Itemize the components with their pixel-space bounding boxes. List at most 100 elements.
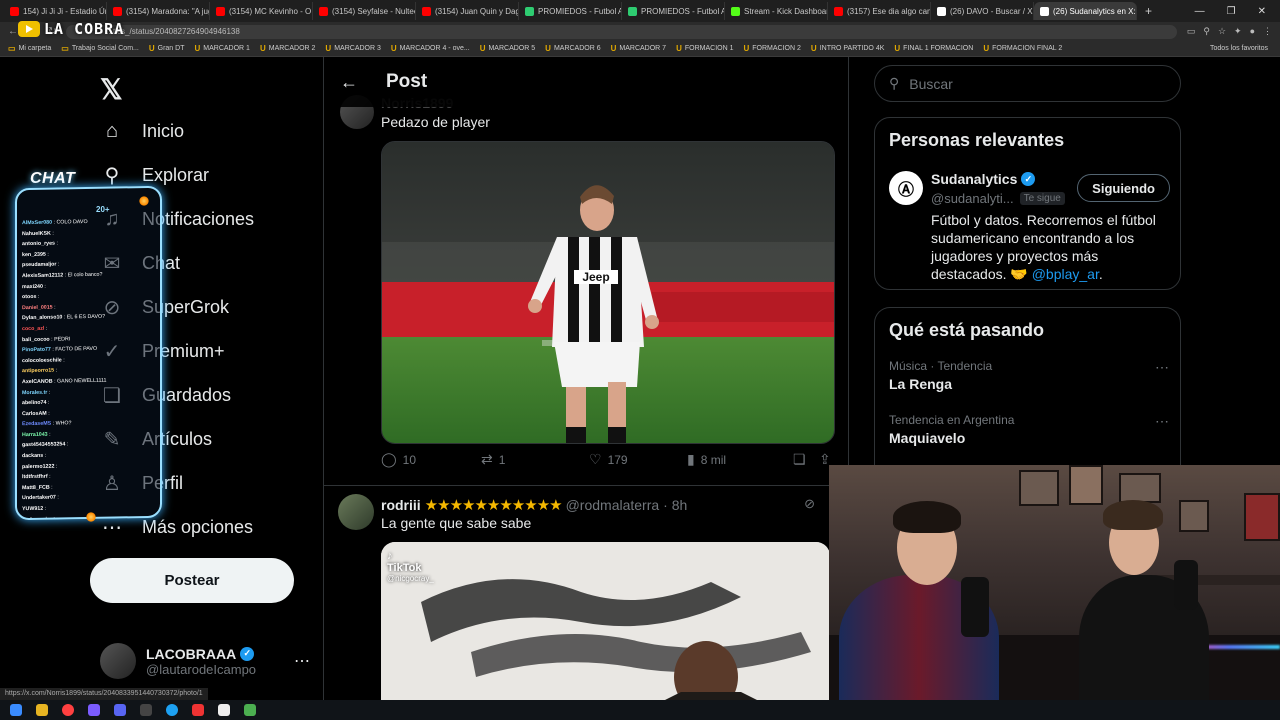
bookmark-item[interactable]: U FINAL 1 FORMACION [894, 44, 973, 53]
chrome-icon[interactable] [62, 704, 74, 716]
extension-icon[interactable]: ✦ [1234, 26, 1242, 37]
more-icon[interactable]: ⋯ [294, 651, 310, 671]
browser-tab[interactable]: (26) DAVO - Buscar / X✕ [931, 2, 1034, 20]
tweet-author-name[interactable]: rodriii [381, 497, 421, 513]
bookmark-item[interactable]: U MARCADOR 3 [325, 44, 380, 53]
play-logo-icon [18, 21, 40, 37]
divider [324, 485, 848, 486]
chat-username: otoos [22, 294, 37, 301]
nav-item-label: Inicio [142, 120, 185, 141]
bookmark-item[interactable]: U FORMACION 2 [744, 44, 801, 53]
person-handle[interactable]: @sudanalyti... [931, 191, 1014, 206]
browser-tab[interactable]: (3154) MC Kevinho - O G✕ [210, 2, 313, 20]
bookmark-favicon-icon: U [676, 44, 682, 53]
repost-button[interactable]: ⇄ 1 [481, 451, 589, 468]
browser-tab[interactable]: 154) Ji Ji Ji - Estadio Ún✕ [4, 2, 107, 20]
zoom-icon[interactable]: ⚲ [1203, 26, 1210, 37]
trend-item[interactable]: Música · Tendencia La Renga ⋯ [889, 359, 1169, 392]
app-icon[interactable] [192, 704, 204, 716]
tiktok-label: TikTok [387, 562, 422, 574]
nav-item-inicio[interactable]: ⌂ Inicio [100, 119, 184, 143]
bookmark-item[interactable]: U MARCADOR 6 [545, 44, 600, 53]
bookmark-item[interactable]: ▭ Mi carpeta [8, 44, 51, 53]
close-window-icon[interactable]: ✕ [1258, 6, 1266, 17]
chat-username: NahuelKSK [22, 230, 51, 237]
bookmark-item[interactable]: U INTRO PARTIDO 4K [811, 44, 884, 53]
search-input[interactable]: ⚲ Buscar [874, 65, 1181, 102]
bookmark-item[interactable]: U MARCADOR 7 [611, 44, 666, 53]
grok-icon[interactable]: ⊘ [804, 496, 815, 512]
browser-tab[interactable]: (3157) Ese dia algo camb✕ [828, 2, 931, 20]
minimize-icon[interactable]: — [1195, 6, 1205, 17]
bookmark-item[interactable]: U MARCADOR 4 - ove... [391, 44, 470, 53]
bookmark-item[interactable]: U MARCADOR 2 [260, 44, 315, 53]
post-button[interactable]: Postear [90, 558, 294, 603]
x-logo-icon[interactable]: 𝕏 [100, 73, 123, 106]
tweet-image[interactable]: Jeep [381, 141, 835, 444]
discord-icon[interactable] [114, 704, 126, 716]
avatar [100, 643, 136, 679]
tweet-time[interactable]: · 8h [663, 497, 687, 513]
bookmark-item[interactable]: ▭ Trabajo Social Com... [61, 44, 139, 53]
bio-link[interactable]: @bplay_ar [1032, 266, 1099, 282]
tab-favicon-icon [319, 6, 328, 16]
cast-icon[interactable]: ▭ [1187, 26, 1196, 37]
trend-item[interactable]: Tendencia en Argentina Maquiavelo ⋯ [889, 413, 1169, 446]
url-field[interactable]: ...tics_/status/2040827264904946138 [66, 24, 1177, 39]
browser-tab[interactable]: (3154) Maradona: "A jugá✕ [107, 2, 210, 20]
browser-tab[interactable]: Stream - Kick Dashboard✕ [725, 2, 828, 20]
following-button[interactable]: Siguiendo [1077, 174, 1170, 202]
nav-item-explorar[interactable]: ⚲ Explorar [100, 163, 209, 187]
back-nav-icon[interactable]: ← [8, 26, 18, 37]
chat-username: ken_2395 [22, 251, 46, 258]
browser-tab[interactable]: PROMIEDOS - Futbol Arg✕ [519, 2, 622, 20]
chat-overlay-title: CHAT [30, 170, 76, 187]
star-icon[interactable]: ☆ [1218, 26, 1226, 37]
chat-username: dackans [22, 452, 44, 460]
start-menu-icon[interactable] [10, 704, 22, 716]
all-bookmarks[interactable]: Todos los favoritos [1210, 45, 1280, 52]
chat-overlay: AlMxSer080 : COLO DAVO NahuelKSK : antoni… [15, 185, 162, 521]
back-arrow-icon[interactable]: ← [340, 72, 358, 93]
app-icon[interactable] [88, 704, 100, 716]
views-button[interactable]: ▮ 8 mil [687, 451, 793, 468]
tweet-author-handle[interactable]: @rodmalaterra [566, 497, 660, 513]
more-icon[interactable]: ⋯ [1155, 359, 1169, 376]
bookmark-item[interactable]: U MARCADOR 5 [480, 44, 535, 53]
person-name[interactable]: Sudanalytics [931, 171, 1017, 187]
reply-button[interactable]: ◯ 10 [381, 451, 481, 468]
chat-separator: : [52, 304, 56, 311]
profile-icon-browser[interactable]: ● [1250, 26, 1255, 37]
bookmark-item[interactable]: U FORMACION 1 [676, 44, 733, 53]
sudanalytics-logo-icon[interactable]: Ⓐ [889, 171, 923, 205]
app-icon[interactable] [218, 704, 230, 716]
bookmark-label: Trabajo Social Com... [71, 45, 139, 52]
maximize-icon[interactable]: ❐ [1227, 6, 1236, 17]
app-icon[interactable] [140, 704, 152, 716]
avatar[interactable] [338, 494, 374, 530]
browser-tab[interactable]: (3154) Seyfalse - Nulteex✕ [313, 2, 416, 20]
more-icon[interactable]: ⋯ [1155, 413, 1169, 430]
browser-tab[interactable]: (26) Sudanalytics en X: "F✕ [1034, 2, 1137, 20]
chat-username: antonio_ryes [22, 240, 55, 248]
bookmark-label: MARCADOR 5 [488, 45, 536, 52]
like-button[interactable]: ♡ 179 [589, 451, 687, 468]
new-tab-button[interactable]: + [1137, 4, 1160, 18]
file-explorer-icon[interactable] [36, 704, 48, 716]
bookmark-item[interactable]: U Gran DT [149, 44, 185, 53]
browser-tab[interactable]: (3154) Juan Quin y Dago✕ [416, 2, 519, 20]
bookmark-button[interactable]: ❏ [793, 451, 819, 468]
browser-tab[interactable]: PROMIEDOS - Futbol Arg✕ [622, 2, 725, 20]
nav-item-m-s-opciones[interactable]: ⋯ Más opciones [100, 515, 253, 539]
app-icon[interactable] [166, 704, 178, 716]
bookmark-item[interactable]: U FORMACION FINAL 2 [983, 44, 1062, 53]
os-taskbar [0, 700, 1280, 720]
chat-username: antipeorro15 [22, 367, 55, 375]
menu-dots-icon[interactable]: ⋮ [1263, 26, 1272, 37]
app-icon[interactable] [244, 704, 256, 716]
bookmark-item[interactable]: U MARCADOR 1 [194, 44, 249, 53]
tiktok-watermark: ♪ TikTok @nicgocray_ [387, 550, 434, 583]
main-column: ← Post Norris1899 Pedazo de player [323, 57, 849, 700]
tweet-video[interactable]: ♪ TikTok @nicgocray_ [381, 542, 830, 700]
account-switcher[interactable]: LACOBRAAA ✓ @lautarodeIcampo ⋯ [100, 643, 310, 679]
